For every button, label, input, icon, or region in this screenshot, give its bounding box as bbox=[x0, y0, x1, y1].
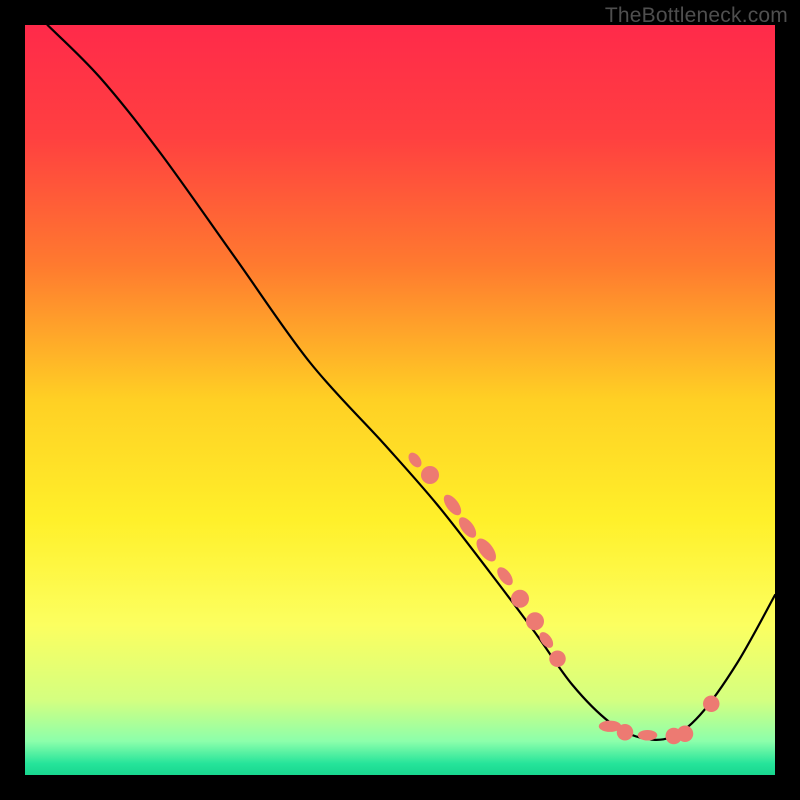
gradient-background bbox=[25, 25, 775, 775]
plot-frame bbox=[25, 25, 775, 775]
data-point bbox=[703, 696, 720, 713]
data-point bbox=[677, 726, 694, 743]
data-point bbox=[526, 612, 544, 630]
watermark-text: TheBottleneck.com bbox=[605, 4, 788, 28]
data-point bbox=[511, 590, 529, 608]
plot-svg bbox=[25, 25, 775, 775]
chart-container: TheBottleneck.com bbox=[0, 0, 800, 800]
data-point bbox=[638, 730, 658, 741]
data-point bbox=[549, 651, 566, 668]
data-point bbox=[421, 466, 439, 484]
data-point bbox=[617, 724, 634, 741]
